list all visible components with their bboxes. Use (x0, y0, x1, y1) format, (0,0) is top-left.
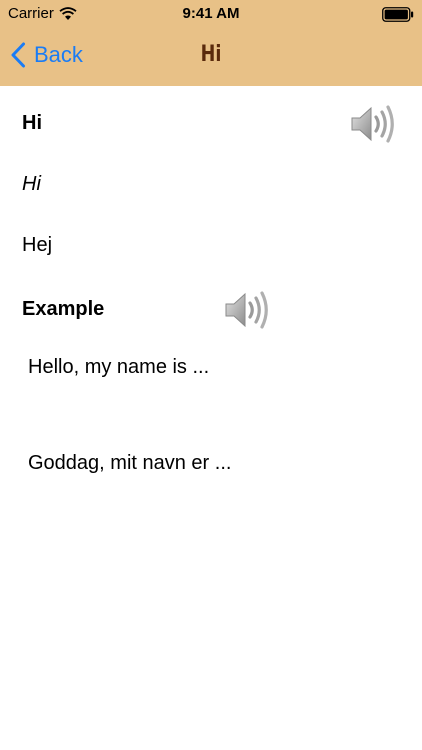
example-heading: Example (22, 298, 105, 320)
status-time: 9:41 AM (182, 5, 240, 22)
page-title: Hi (200, 42, 222, 67)
header: Carrier 9:41 AM Back Hi (0, 0, 422, 86)
example-sentence: Hello, my name is ... (28, 356, 210, 378)
chevron-left-icon (11, 42, 25, 68)
entry-phonetic: Hi (22, 173, 41, 195)
navigation-bar: Back Hi (0, 28, 422, 84)
entry-content: Hi Hi Hej Example Hello, my name is ... … (0, 86, 422, 750)
entry-translation: Hej (22, 234, 53, 256)
entry-word: Hi (22, 112, 42, 134)
status-bar: Carrier 9:41 AM (0, 0, 422, 28)
speaker-icon[interactable] (350, 104, 396, 144)
example-translation: Goddag, mit navn er ... (28, 452, 232, 474)
speaker-icon[interactable] (224, 290, 270, 330)
battery-full-icon (382, 7, 414, 22)
